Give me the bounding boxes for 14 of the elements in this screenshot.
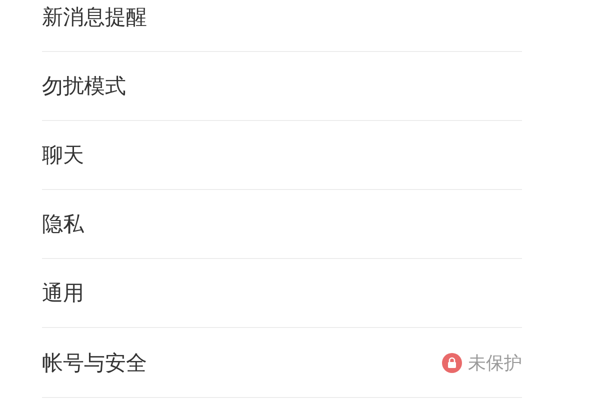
lock-icon: [442, 352, 462, 372]
settings-item[interactable]: 聊天: [42, 121, 522, 190]
item-label: 隐私: [42, 211, 84, 238]
settings-item[interactable]: 帐号与安全 未保护: [42, 328, 522, 398]
item-label: 通用: [42, 280, 84, 307]
status-text: 未保护: [468, 352, 522, 374]
settings-item[interactable]: 通用: [42, 259, 522, 328]
item-label: 聊天: [42, 142, 84, 169]
item-label: 新消息提醒: [42, 4, 147, 31]
item-label: 勿扰模式: [42, 73, 126, 100]
settings-item[interactable]: 隐私: [42, 190, 522, 259]
settings-item[interactable]: 勿扰模式: [42, 52, 522, 121]
settings-item[interactable]: 新消息提醒: [42, 0, 522, 52]
item-label: 帐号与安全: [42, 350, 147, 376]
